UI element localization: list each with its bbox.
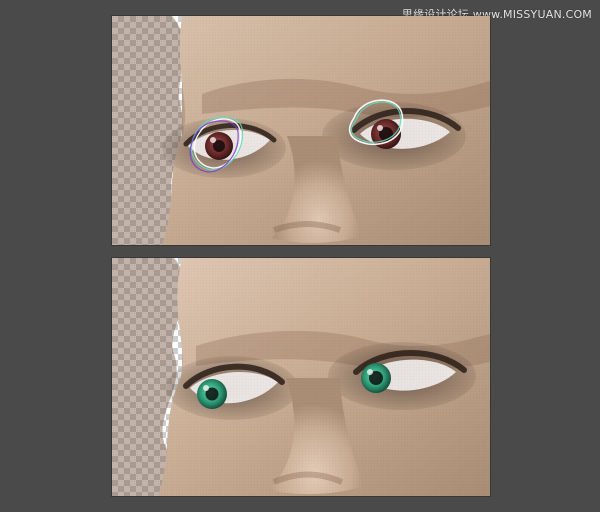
- face-photo-before: [112, 16, 490, 245]
- image-panel-before: [112, 16, 490, 245]
- face-photo-after: [112, 258, 490, 496]
- image-panel-after: [112, 258, 490, 496]
